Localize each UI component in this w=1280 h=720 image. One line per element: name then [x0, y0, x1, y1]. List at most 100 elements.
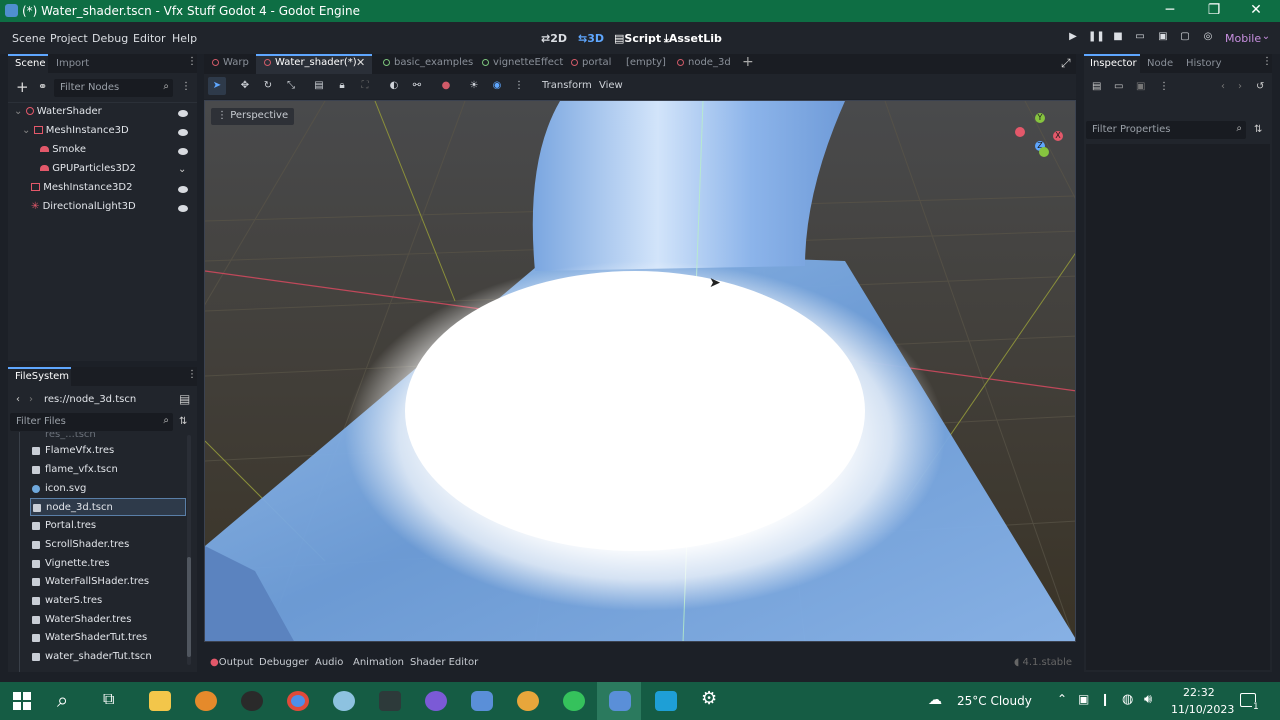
game-app-icon[interactable]	[379, 691, 401, 711]
add-tab-icon[interactable]: +	[742, 54, 754, 70]
clock-time[interactable]: 22:32	[1183, 686, 1215, 699]
new-resource-icon[interactable]: ▤	[1092, 81, 1101, 92]
gizmo-neg-y[interactable]	[1039, 147, 1049, 157]
microphone-icon[interactable]: ❙	[1100, 692, 1110, 706]
split-mode-icon[interactable]: ▤	[179, 392, 190, 406]
play-custom-icon[interactable]: ◎	[1201, 31, 1215, 44]
file-item-selected[interactable]: node_3d.tscn	[30, 498, 186, 516]
volume-icon[interactable]: 🔊︎	[1144, 692, 1152, 707]
main-assetlib-button[interactable]: ⤓AssetLib	[664, 32, 722, 46]
scene-tab-node-3d[interactable]: node_3d	[677, 57, 731, 71]
group-icon[interactable]: ⛶	[359, 80, 371, 92]
renderer-select[interactable]: Mobile	[1225, 32, 1261, 45]
play-icon[interactable]: ▶	[1066, 31, 1080, 44]
history-icon[interactable]: ↺	[1256, 81, 1264, 92]
select-tool-icon[interactable]: ➤	[211, 80, 223, 92]
forward-icon[interactable]: ›	[29, 394, 33, 405]
menu-scene[interactable]: Scene	[12, 32, 46, 45]
perspective-menu[interactable]: ⋮ Perspective	[211, 108, 295, 125]
weather-text[interactable]: 25°C Cloudy	[957, 694, 1032, 708]
chrome-icon[interactable]	[287, 691, 309, 711]
play-scene-icon[interactable]: ▢	[1178, 31, 1192, 44]
tree-node-meshinstance3d2[interactable]: MeshInstance3D2	[31, 182, 132, 200]
file-item[interactable]: water_shaderTut.tscn	[30, 648, 186, 666]
minimize-button[interactable]: ─	[1160, 2, 1180, 18]
pause-icon[interactable]: ❚❚	[1088, 31, 1105, 44]
inspector-menu-icon[interactable]: ⋮	[1159, 81, 1169, 92]
file-item[interactable]: Portal.tres	[30, 517, 186, 535]
main-2d-button[interactable]: ⇄2D	[541, 32, 567, 45]
scene-menu-icon[interactable]: ⋮	[181, 81, 191, 92]
3d-viewport[interactable]: ⋮ Perspective Y X Z ➤	[204, 100, 1076, 642]
dock-menu-icon[interactable]: ⋮	[1262, 56, 1272, 67]
blender-icon[interactable]	[195, 691, 217, 711]
scene-tab-empty[interactable]: [empty]	[626, 57, 666, 71]
scale-tool-icon[interactable]: ⤡	[285, 80, 297, 92]
godot-active-icon[interactable]	[609, 691, 631, 711]
file-item[interactable]: flame_vfx.tscn	[30, 461, 186, 479]
add-node-icon[interactable]: +	[16, 78, 29, 96]
history-forward-icon[interactable]: ›	[1238, 81, 1242, 92]
sun-icon[interactable]: ☀	[468, 80, 480, 92]
menu-help[interactable]: Help	[172, 32, 197, 45]
file-item[interactable]: icon.svg	[30, 480, 186, 498]
filter-nodes-input[interactable]: Filter Nodes ⌕	[54, 79, 173, 97]
more-icon[interactable]: ⋮	[513, 80, 525, 92]
meet-now-icon[interactable]: ▣	[1078, 692, 1089, 706]
scene-tab-warp[interactable]: Warp	[212, 57, 249, 71]
remote-debug-icon[interactable]: ▭	[1133, 31, 1147, 44]
scene-tab-basic-examples[interactable]: basic_examples	[383, 57, 473, 71]
chevron-down-icon[interactable]: ⌄	[1259, 31, 1273, 44]
view-menu[interactable]: View	[599, 80, 623, 92]
tab-animation[interactable]: Animation	[353, 657, 404, 668]
network-globe-icon[interactable]: ◍	[1122, 692, 1133, 707]
file-item[interactable]: waterS.tres	[30, 592, 186, 610]
tab-import[interactable]: Import	[56, 58, 89, 69]
tab-audio[interactable]: Audio	[315, 657, 343, 668]
visibility-eye-icon[interactable]	[178, 205, 188, 212]
inspector-options-icon[interactable]: ⇅	[1254, 124, 1262, 135]
link-icon[interactable]: ⚭	[38, 80, 47, 93]
tree-node-gpuparticles3d2[interactable]: GPUParticles3D2	[40, 163, 136, 181]
menu-project[interactable]: Project	[50, 32, 88, 45]
filter-files-input[interactable]: Filter Files ⌕	[10, 413, 173, 431]
scrollbar-thumb[interactable]	[187, 557, 191, 657]
tree-node-watershader[interactable]: ⌄ WaterShader	[14, 106, 102, 124]
file-item[interactable]: WaterShader.tres	[30, 611, 186, 629]
search-icon[interactable]: ⌕	[57, 688, 79, 712]
file-explorer-icon[interactable]	[149, 691, 171, 711]
dock-menu-icon[interactable]: ⋮	[187, 369, 197, 380]
app-icon[interactable]	[333, 691, 355, 711]
visibility-eye-icon[interactable]	[178, 148, 188, 155]
tree-node-smoke[interactable]: Smoke	[40, 144, 86, 162]
gizmo-neg-x[interactable]	[1015, 127, 1025, 137]
windows-start-icon[interactable]	[13, 692, 35, 712]
tab-output[interactable]: ●Output	[210, 657, 253, 668]
chevron-up-icon[interactable]: ⌃	[1057, 692, 1067, 706]
back-icon[interactable]: ‹	[16, 394, 20, 405]
file-item[interactable]: WaterFallSHader.tres	[30, 573, 186, 591]
environment-icon[interactable]: ◉	[491, 80, 503, 92]
history-back-icon[interactable]: ‹	[1221, 81, 1225, 92]
slack-icon[interactable]	[517, 691, 539, 711]
local-space-icon[interactable]: ◐	[388, 80, 400, 92]
tree-node-directionallight3d[interactable]: ✳ DirectionalLight3D	[31, 201, 136, 219]
sort-icon[interactable]: ⇅	[179, 416, 187, 427]
visibility-eye-icon[interactable]	[178, 110, 188, 117]
file-item[interactable]: Vignette.tres	[30, 555, 186, 573]
transform-menu[interactable]: Transform	[542, 80, 592, 92]
clock-date[interactable]: 11/10/2023	[1171, 703, 1234, 716]
tab-debugger[interactable]: Debugger	[259, 657, 309, 668]
visibility-eye-icon[interactable]	[178, 129, 188, 136]
open-folder-icon[interactable]: ▭	[1114, 81, 1123, 92]
gizmo-y-axis[interactable]: Y	[1035, 113, 1045, 123]
scene-tab-water-shader[interactable]: Water_shader(*)	[264, 57, 357, 71]
save-icon[interactable]: ▣	[1136, 81, 1145, 92]
tab-inspector[interactable]: Inspector	[1090, 58, 1137, 69]
list-select-icon[interactable]: ▤	[313, 80, 325, 92]
tree-node-meshinstance3d[interactable]: ⌄ MeshInstance3D	[22, 125, 129, 143]
tab-node[interactable]: Node	[1147, 58, 1173, 69]
visibility-eye-icon[interactable]	[178, 186, 188, 193]
file-item[interactable]: ScrollShader.tres	[30, 536, 186, 554]
github-icon[interactable]	[425, 691, 447, 711]
